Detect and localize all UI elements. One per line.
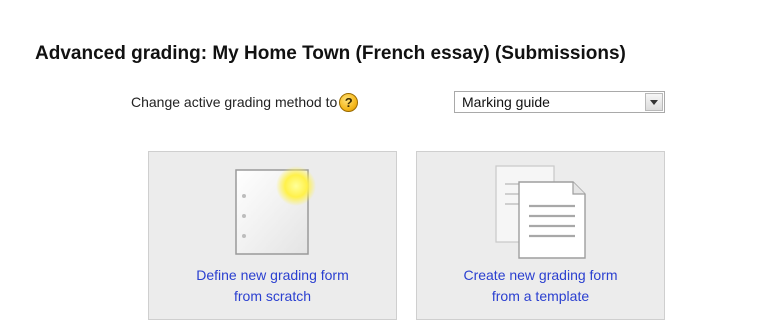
define-from-scratch-label-line1: Define new grading form: [196, 267, 349, 283]
blank-form-icon: [235, 166, 316, 255]
grading-method-select[interactable]: Marking guide: [454, 91, 665, 113]
grading-method-row: Change active grading method to ?: [131, 90, 359, 114]
create-from-template-label-line2: from a template: [491, 288, 590, 304]
grading-method-label: Change active grading method to: [131, 94, 338, 110]
define-from-scratch-label-line2: from scratch: [233, 288, 311, 304]
template-documents-icon: [495, 165, 586, 259]
create-from-template-button[interactable]: Create new grading form from a template: [416, 151, 665, 320]
help-question-icon[interactable]: ?: [339, 92, 359, 112]
page-title: Advanced grading: My Home Town (French e…: [35, 43, 626, 64]
advanced-grading-page: Advanced grading: My Home Town (French e…: [0, 0, 781, 324]
create-from-template-label-line1: Create new grading form: [463, 267, 618, 283]
dropdown-arrow-icon[interactable]: [645, 93, 663, 111]
define-from-scratch-button[interactable]: Define new grading form from scratch: [148, 151, 397, 320]
grading-method-selected-value: Marking guide: [462, 94, 550, 110]
